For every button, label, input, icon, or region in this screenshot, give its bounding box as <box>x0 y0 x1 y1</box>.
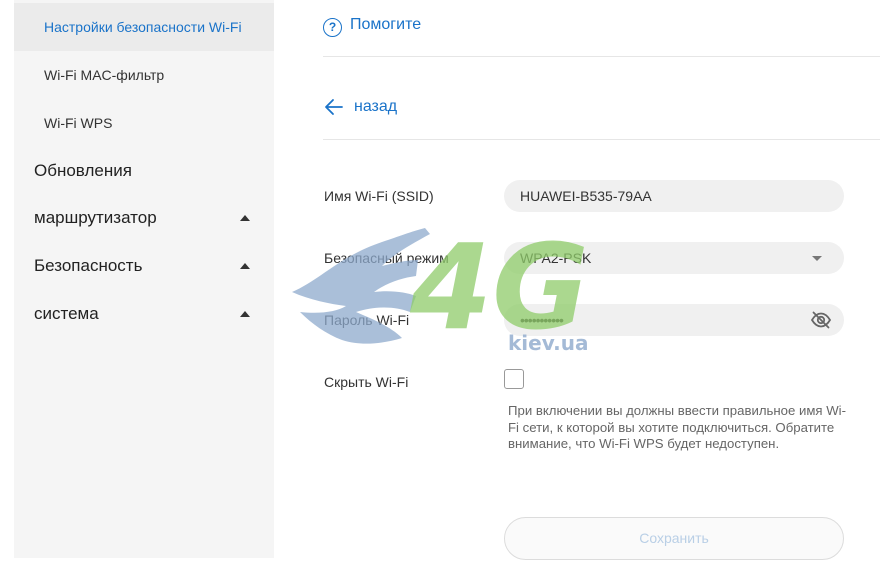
caret-up-icon <box>240 311 250 317</box>
caret-up-icon <box>240 263 250 269</box>
help-label: Помогите <box>350 16 422 33</box>
security-mode-label: Безопасный режим <box>324 250 449 266</box>
divider <box>323 56 880 57</box>
sidebar-group-label: маршрутизатор <box>34 208 157 227</box>
sidebar-item-wifi-wps[interactable]: Wi-Fi WPS <box>14 99 274 147</box>
sidebar-group-system[interactable]: система <box>14 290 274 338</box>
back-link[interactable]: назад <box>323 96 397 118</box>
caret-up-icon <box>240 215 250 221</box>
sidebar-item-wifi-mac-filter[interactable]: Wi-Fi MAC-фильтр <box>14 51 274 99</box>
sidebar-group-label: система <box>34 304 99 323</box>
ssid-label: Имя Wi-Fi (SSID) <box>324 188 434 204</box>
security-mode-select[interactable]: WPA2-PSK <box>504 242 844 274</box>
eye-off-icon[interactable] <box>810 309 832 331</box>
password-input[interactable]: ••••••••••• <box>504 304 844 336</box>
sidebar-group-router[interactable]: маршрутизатор <box>14 194 274 242</box>
sidebar-group-label: Безопасность <box>34 256 143 275</box>
sidebar-group-updates[interactable]: Обновления <box>14 147 274 195</box>
sidebar: Настройки безопасности Wi-Fi Wi-Fi MAC-ф… <box>14 0 274 558</box>
hide-wifi-hint: При включении вы должны ввести правильно… <box>508 403 847 451</box>
ssid-input[interactable]: HUAWEI-B535-79AA <box>504 180 844 212</box>
ssid-value: HUAWEI-B535-79AA <box>520 188 652 204</box>
question-circle-icon: ? <box>323 17 342 37</box>
sidebar-group-label: Обновления <box>34 161 132 180</box>
save-button[interactable]: Сохранить <box>504 517 844 560</box>
chevron-down-icon <box>812 256 822 261</box>
password-label: Пароль Wi-Fi <box>324 312 410 328</box>
back-label: назад <box>354 98 398 115</box>
sidebar-group-security[interactable]: Безопасность <box>14 242 274 290</box>
security-mode-value: WPA2-PSK <box>520 250 592 266</box>
password-value: ••••••••••• <box>520 312 564 328</box>
hide-wifi-checkbox[interactable] <box>504 369 524 389</box>
sidebar-item-wifi-security[interactable]: Настройки безопасности Wi-Fi <box>14 3 274 51</box>
4g-kiev-watermark-logo: 4G kiev.ua <box>292 220 589 356</box>
help-link[interactable]: ? Помогите <box>323 14 422 37</box>
hide-wifi-label: Скрыть Wi-Fi <box>324 374 409 390</box>
divider <box>323 139 880 140</box>
arrow-left-icon <box>325 99 343 115</box>
